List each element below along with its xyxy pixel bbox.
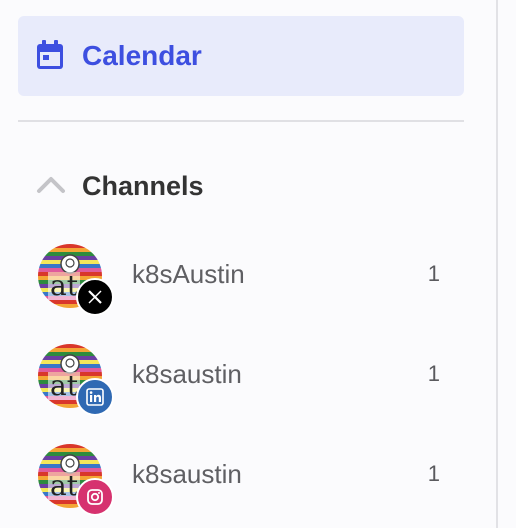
channel-name: k8saustin xyxy=(132,459,242,489)
channels-section-title: Channels xyxy=(82,171,204,201)
nav-item-calendar-label: Calendar xyxy=(82,40,202,71)
calendar-icon xyxy=(37,40,63,69)
channel-count-badge: 1 xyxy=(427,261,440,286)
channel-name: k8saustin xyxy=(132,359,242,389)
channel-item-k8saustin-linkedin[interactable]: at k8saustin 1 xyxy=(20,340,460,416)
nav-item-calendar[interactable]: Calendar xyxy=(18,16,464,96)
x-logo-icon xyxy=(76,278,114,316)
chevron-up-icon[interactable] xyxy=(36,174,66,194)
channel-name: k8sAustin xyxy=(132,259,245,289)
channels-section-toggle[interactable]: Channels xyxy=(30,166,460,206)
sidebar-border xyxy=(496,0,498,528)
channel-count-badge: 1 xyxy=(427,361,440,386)
instagram-logo-icon xyxy=(76,478,114,516)
channel-item-k8saustin-x[interactable]: at k8sAustin 1 xyxy=(20,240,460,316)
channel-count-badge: 1 xyxy=(427,461,440,486)
sidebar: Calendar Channels at k8sAustin 1 at k8sa… xyxy=(0,0,516,528)
channel-item-k8saustin-instagram[interactable]: at k8saustin 1 xyxy=(20,440,460,516)
divider xyxy=(18,120,464,122)
linkedin-logo-icon xyxy=(76,378,114,416)
